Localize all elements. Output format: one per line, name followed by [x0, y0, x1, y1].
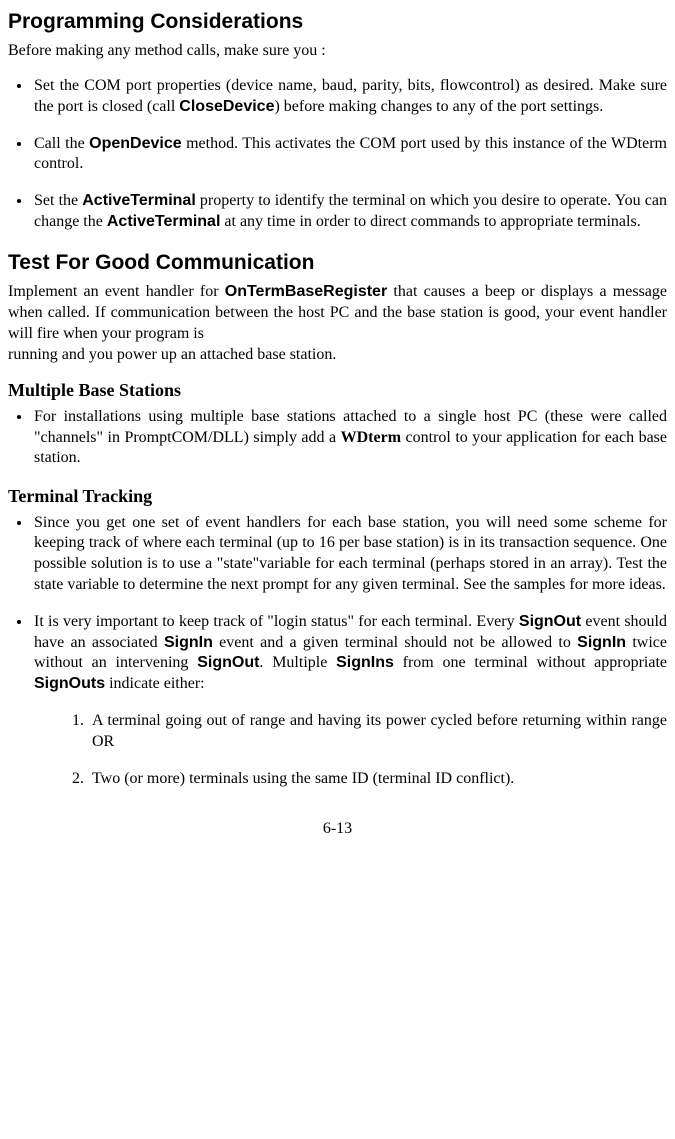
bold-term: OnTermBaseRegister	[225, 283, 387, 300]
numbered-list: A terminal going out of range and having…	[8, 711, 667, 789]
list-item: A terminal going out of range and having…	[88, 711, 667, 753]
text: Call the	[34, 135, 89, 152]
text: indicate either:	[105, 675, 205, 692]
list-item: Set the ActiveTerminal property to ident…	[32, 191, 667, 233]
bold-term: SignIns	[336, 654, 394, 671]
list-item: Since you get one set of event handlers …	[32, 513, 667, 596]
bold-term: ActiveTerminal	[82, 192, 196, 209]
bold-term: SignOut	[197, 654, 259, 671]
page-number: 6-13	[8, 819, 667, 840]
bold-term: SignIn	[164, 634, 213, 651]
text: event and a given terminal should not be…	[213, 634, 577, 651]
list-item: For installations using multiple base st…	[32, 407, 667, 469]
intro-paragraph: Before making any method calls, make sur…	[8, 41, 667, 62]
text: at any time in order to direct commands …	[220, 213, 640, 230]
list-item: Two (or more) terminals using the same I…	[88, 769, 667, 790]
bold-term: OpenDevice	[89, 135, 181, 152]
bold-term: CloseDevice	[179, 98, 274, 115]
bold-term: SignIn	[577, 634, 626, 651]
track-bullet-list: Since you get one set of event handlers …	[8, 513, 667, 695]
test-paragraph: Implement an event handler for OnTermBas…	[8, 282, 667, 344]
bold-term: ActiveTerminal	[107, 213, 221, 230]
heading-multiple-base-stations: Multiple Base Stations	[8, 379, 667, 402]
bold-term: WDterm	[341, 429, 401, 446]
heading-terminal-tracking: Terminal Tracking	[8, 485, 667, 508]
list-item: Call the OpenDevice method. This activat…	[32, 134, 667, 176]
test-paragraph-line2: running and you power up an attached bas…	[8, 345, 667, 366]
text: . Multiple	[259, 654, 336, 671]
text: from one terminal without appropriate	[394, 654, 667, 671]
list-item: It is very important to keep track of "l…	[32, 612, 667, 695]
list-item: Set the COM port properties (device name…	[32, 76, 667, 118]
text: Set the	[34, 192, 82, 209]
heading-test-communication: Test For Good Communication	[8, 249, 667, 276]
text: It is very important to keep track of "l…	[34, 613, 519, 630]
prog-bullet-list: Set the COM port properties (device name…	[8, 76, 667, 233]
multi-bullet-list: For installations using multiple base st…	[8, 407, 667, 469]
bold-term: SignOuts	[34, 675, 105, 692]
text: ) before making changes to any of the po…	[274, 98, 603, 115]
text: Implement an event handler for	[8, 283, 225, 300]
heading-programming-considerations: Programming Considerations	[8, 8, 667, 35]
bold-term: SignOut	[519, 613, 581, 630]
